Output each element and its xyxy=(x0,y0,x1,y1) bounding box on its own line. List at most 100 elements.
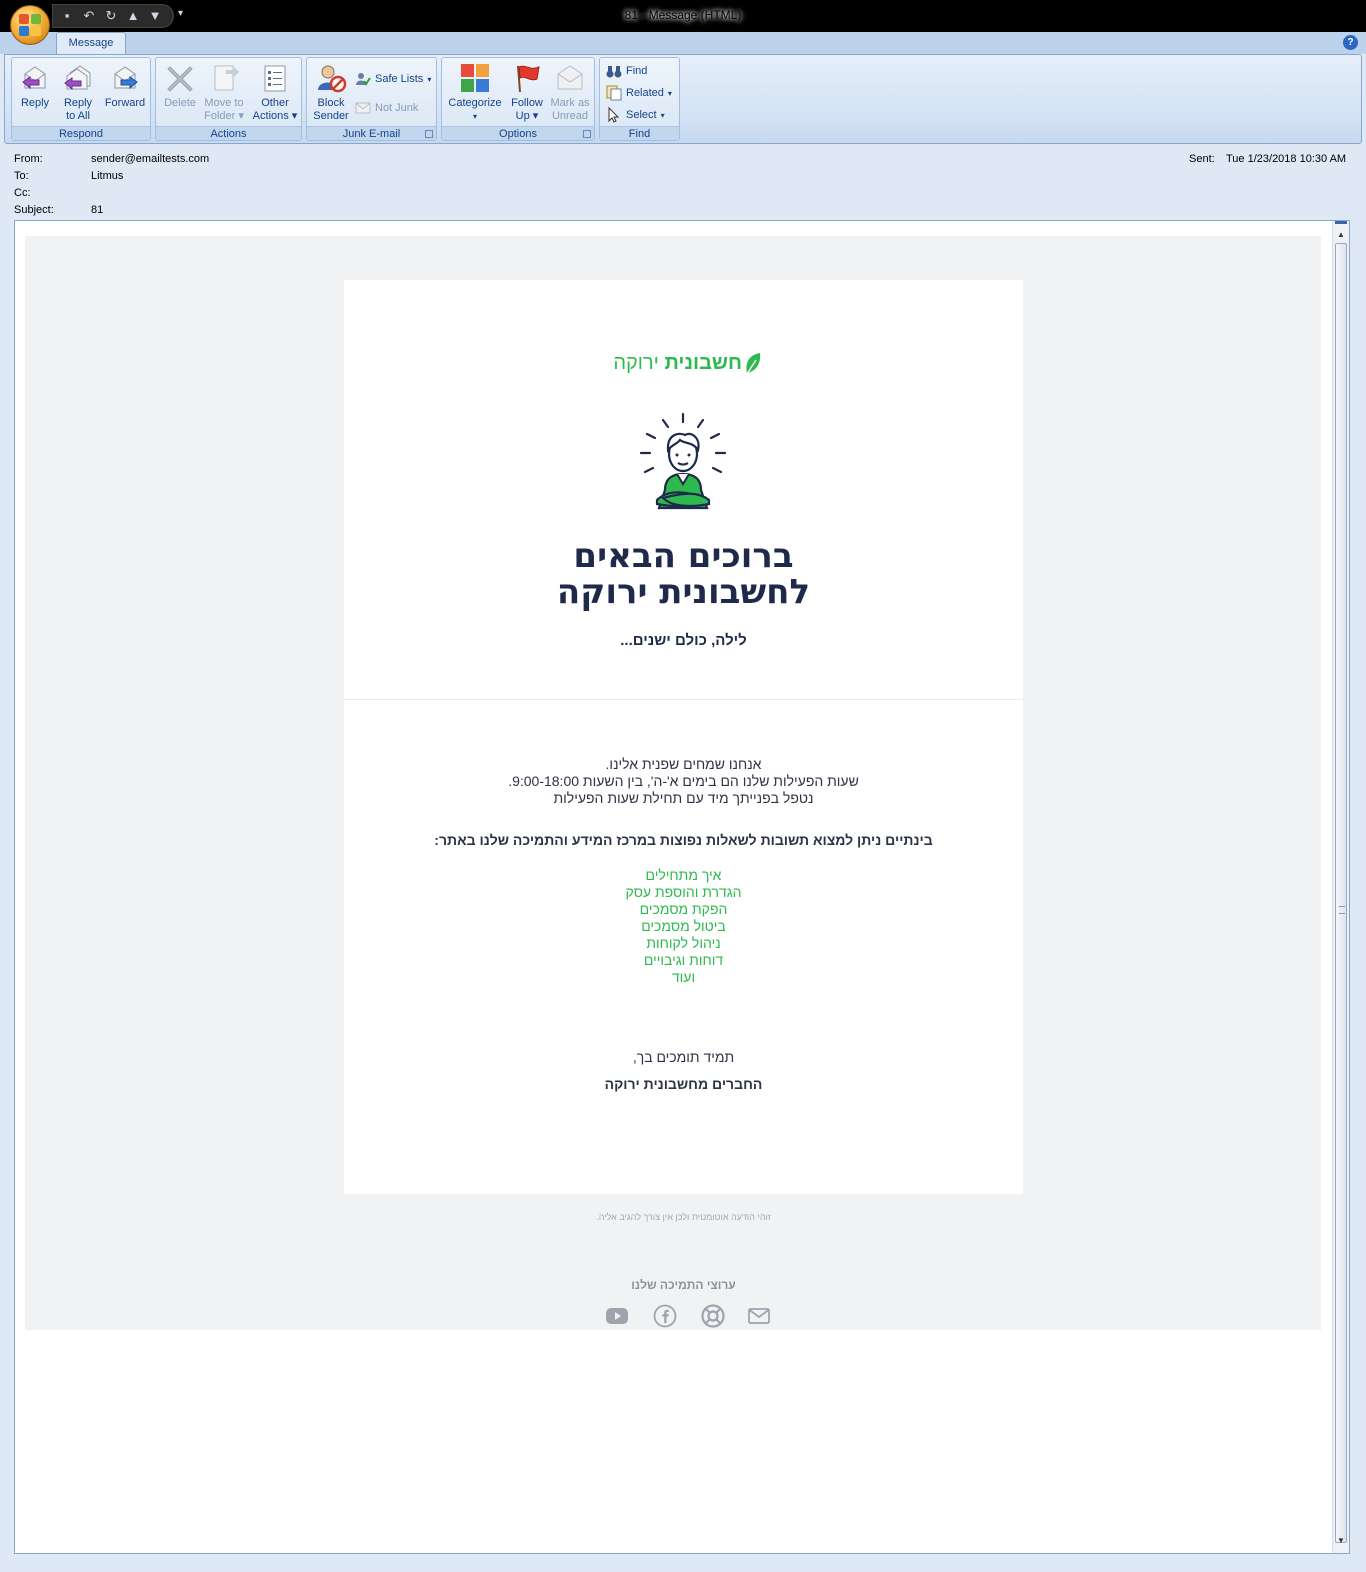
scroll-down-icon[interactable]: ▼ xyxy=(1333,1533,1349,1549)
reply-all-label-1: Reply xyxy=(63,97,93,109)
move-to-folder-label-2: Folder ▾ xyxy=(204,110,244,122)
not-junk-label: Not Junk xyxy=(375,102,419,114)
help-link[interactable]: ביטול מסמכים xyxy=(344,918,1023,935)
select-label: Select xyxy=(626,109,657,121)
to-value[interactable]: Litmus xyxy=(91,170,123,182)
support-channels-title: ערוצי התמיכה שלנו xyxy=(631,1278,736,1292)
mark-as-unread-button[interactable]: Mark as Unread xyxy=(548,62,592,123)
group-respond: Reply Reply to All Forward Respond xyxy=(11,57,151,141)
welcome-title-line-2: לחשבונית ירוקה xyxy=(556,572,811,612)
other-actions-label-2: Actions ▾ xyxy=(252,110,298,122)
find-label: Find xyxy=(626,65,648,77)
not-junk-icon xyxy=(355,102,371,114)
block-sender-button[interactable]: Block Sender xyxy=(311,62,351,123)
subject-label: Subject: xyxy=(14,204,54,216)
links-intro: בינתיים ניתן למצוא תשובות לשאלות נפוצות … xyxy=(434,832,933,848)
cc-label: Cc: xyxy=(14,187,31,199)
reply-all-label-2: to All xyxy=(66,110,90,122)
sent-label: Sent: xyxy=(1189,153,1215,165)
group-respond-label: Respond xyxy=(12,126,150,140)
email-card: חשבונית ירוקה ברוכים הבאים לחשבונית ירוק… xyxy=(344,280,1023,1194)
reply-all-icon xyxy=(64,65,91,91)
block-sender-label-2: Sender xyxy=(313,110,349,122)
block-sender-icon xyxy=(318,65,347,93)
group-junk-email: Block Sender Safe Lists ▾ Not Junk Junk … xyxy=(306,57,437,141)
help-link[interactable]: הפקת מסמכים xyxy=(344,901,1023,918)
help-links-list: איך מתחילים הגדרת והוספת עסק הפקת מסמכים… xyxy=(344,867,1023,986)
card-divider xyxy=(344,699,1023,700)
forward-icon xyxy=(114,66,138,90)
help-link[interactable]: הגדרת והוספת עסק xyxy=(344,884,1023,901)
group-options-label: Options xyxy=(442,126,594,140)
categorize-icon xyxy=(461,64,489,92)
from-value[interactable]: sender@emailtests.com xyxy=(91,153,209,165)
scroll-up-icon[interactable]: ▲ xyxy=(1333,227,1349,243)
move-to-folder-button[interactable]: Move to Folder ▾ xyxy=(200,62,248,123)
follow-up-flag-icon xyxy=(517,65,540,93)
group-actions-label: Actions xyxy=(156,126,301,140)
safe-lists-label: Safe Lists xyxy=(375,73,424,85)
options-dialog-launcher[interactable] xyxy=(583,130,591,138)
follow-up-label-1: Follow xyxy=(511,97,543,109)
hero-person-illustration xyxy=(639,412,727,510)
related-label: Related xyxy=(626,87,664,99)
email-icon[interactable] xyxy=(747,1304,771,1328)
move-to-folder-icon xyxy=(214,65,239,91)
safe-lists-button[interactable]: Safe Lists ▾ xyxy=(355,70,431,88)
related-dropdown-icon: ▾ xyxy=(667,88,672,98)
related-icon xyxy=(606,85,622,101)
cursor-arrow-icon xyxy=(608,107,620,123)
mark-as-unread-label-2: Unread xyxy=(551,110,589,122)
office-button[interactable] xyxy=(10,5,50,45)
delete-button[interactable]: Delete xyxy=(162,62,198,110)
group-find-label: Find xyxy=(600,126,679,140)
help-icon[interactable]: ? xyxy=(1343,35,1358,50)
ribbon: Reply Reply to All Forward Respond Delet… xyxy=(4,54,1362,144)
forward-button[interactable]: Forward xyxy=(102,62,148,110)
delete-icon xyxy=(167,66,193,92)
help-link[interactable]: ניהול לקוחות xyxy=(344,935,1023,952)
follow-up-button[interactable]: Follow Up ▾ xyxy=(508,62,546,123)
select-button[interactable]: Select ▾ xyxy=(606,106,665,124)
help-link[interactable]: איך מתחילים xyxy=(344,867,1023,884)
other-actions-button[interactable]: Other Actions ▾ xyxy=(252,62,298,123)
facebook-icon[interactable] xyxy=(653,1304,677,1328)
brand-logo-bold: חשבונית xyxy=(664,352,742,374)
group-find: Find Related ▾ Select ▾ Find xyxy=(599,57,680,141)
help-link[interactable]: ועוד xyxy=(344,969,1023,986)
select-dropdown-icon: ▾ xyxy=(660,110,665,120)
message-body-frame[interactable]: חשבונית ירוקה ברוכים הבאים לחשבונית ירוק… xyxy=(14,220,1350,1554)
mark-as-unread-icon xyxy=(557,65,583,90)
youtube-icon[interactable] xyxy=(605,1304,629,1328)
brand-logo-light: ירוקה xyxy=(613,352,659,374)
signoff: תמיד תומכים בך, xyxy=(632,1049,735,1065)
help-link[interactable]: דוחות וגיבויים xyxy=(344,952,1023,969)
title-bar: ▪ ↶ ↻ ▲ ▼ ▾ 81 - Message (HTML) xyxy=(0,0,1366,32)
to-label: To: xyxy=(14,170,29,182)
reply-button[interactable]: Reply xyxy=(18,62,52,110)
safe-lists-dropdown-icon: ▾ xyxy=(427,74,432,84)
reply-all-button[interactable]: Reply to All xyxy=(60,62,96,123)
other-actions-icon xyxy=(264,65,286,92)
scrollbar-thumb[interactable] xyxy=(1335,243,1347,1543)
follow-up-label-2: Up ▾ xyxy=(515,110,539,122)
vertical-scrollbar[interactable]: ▲ ▼ xyxy=(1332,221,1349,1553)
tab-message[interactable]: Message xyxy=(56,32,126,55)
find-button[interactable]: Find xyxy=(606,62,647,80)
categorize-dropdown-icon: ▾ xyxy=(472,112,477,121)
categorize-label: Categorize xyxy=(448,97,502,109)
message-headers: From: sender@emailtests.com To: Litmus C… xyxy=(0,148,1366,220)
welcome-subtitle: לילה, כולם ישנים... xyxy=(620,632,747,649)
reply-icon xyxy=(22,66,46,90)
not-junk-button[interactable]: Not Junk xyxy=(355,99,418,117)
brand-logo-text: חשבונית ירוקה xyxy=(613,352,742,375)
forward-label: Forward xyxy=(104,97,146,109)
intro-line-2: שעות הפעילות שלנו הם בימים א'-ה', בין הש… xyxy=(508,773,859,789)
categorize-button[interactable]: Categorize ▾ xyxy=(444,62,506,123)
related-button[interactable]: Related ▾ xyxy=(606,84,672,102)
intro-line-1: אנחנו שמחים שפנית אלינו. xyxy=(605,756,762,772)
junk-email-dialog-launcher[interactable] xyxy=(425,130,433,138)
from-label: From: xyxy=(14,153,43,165)
support-lifebuoy-icon[interactable] xyxy=(701,1304,725,1328)
intro-paragraph: אנחנו שמחים שפנית אלינו. שעות הפעילות של… xyxy=(344,756,1023,807)
